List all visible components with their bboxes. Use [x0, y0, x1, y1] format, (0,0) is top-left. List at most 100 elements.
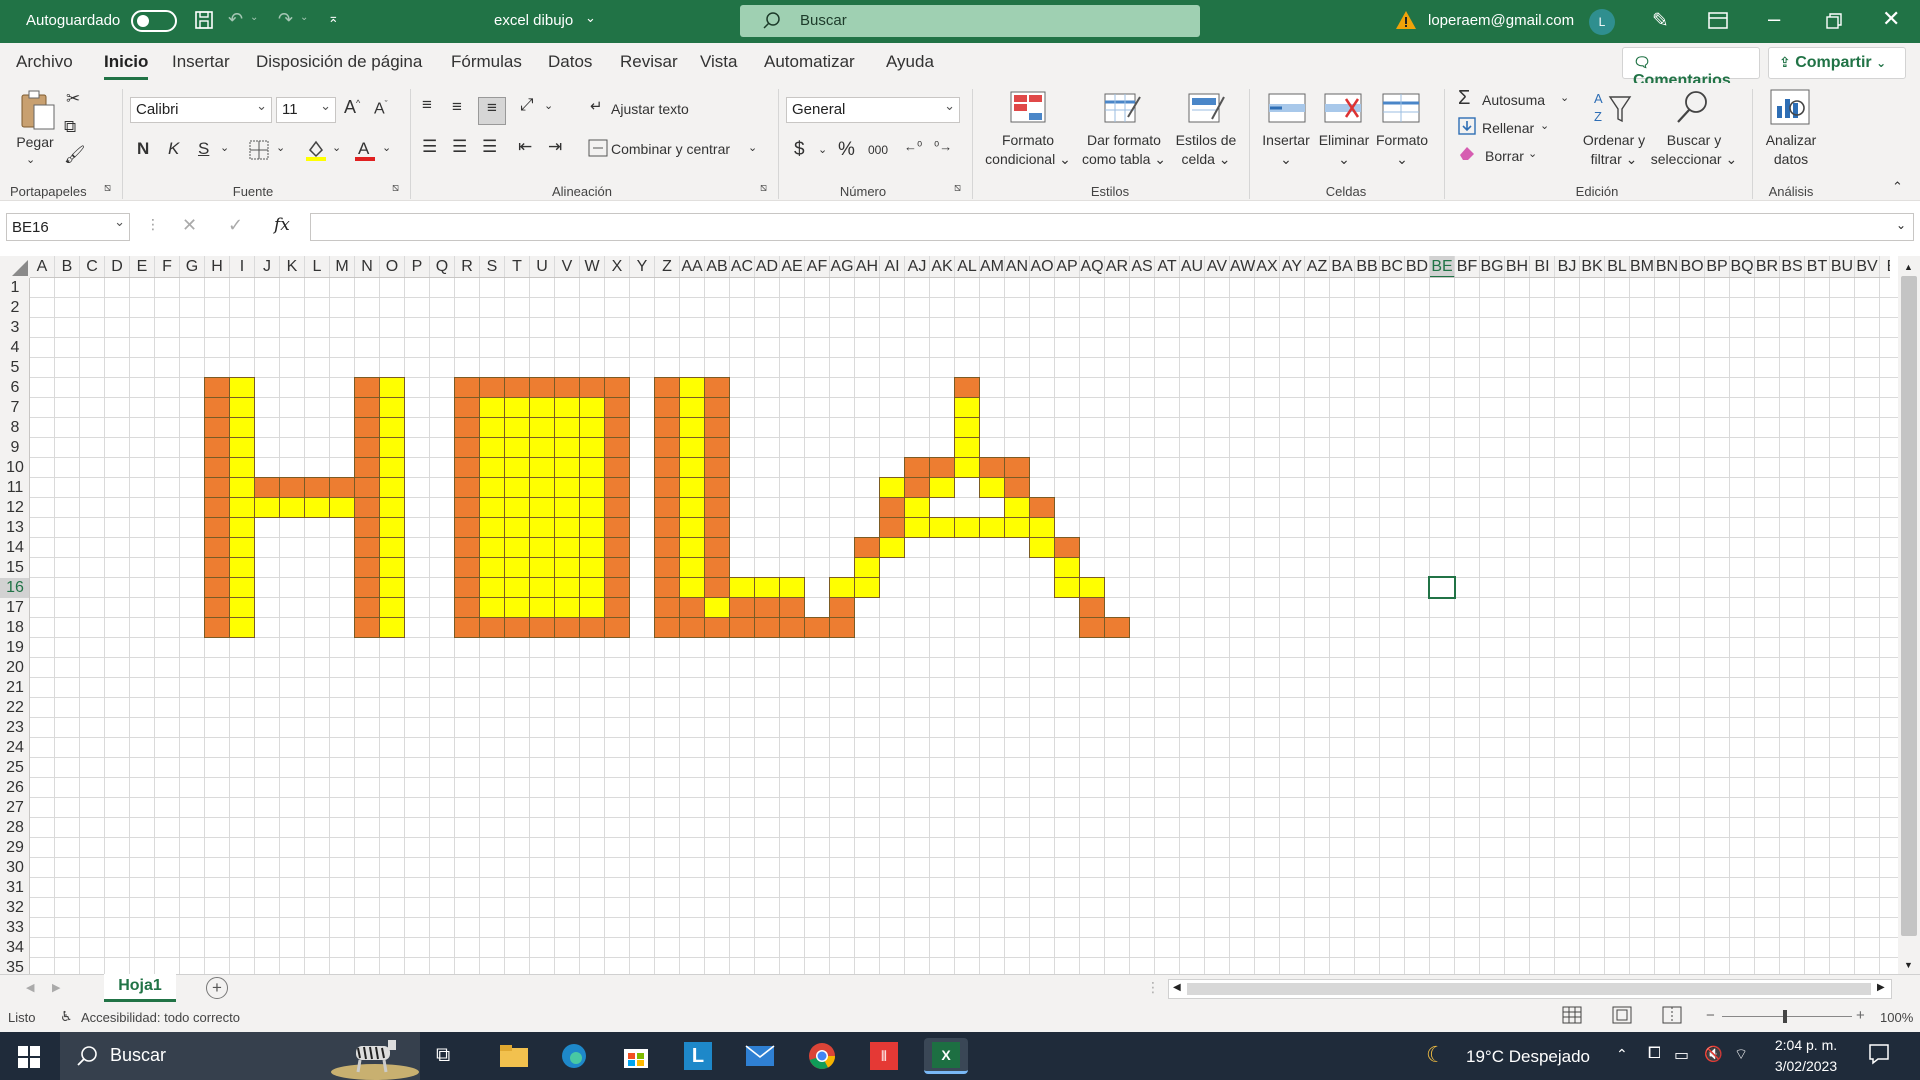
autosum-icon[interactable]: Σ: [1458, 87, 1470, 110]
filled-cell-aa11[interactable]: [679, 477, 705, 498]
alignment-launcher-icon[interactable]: ⧅: [760, 182, 767, 195]
filled-cell-ai13[interactable]: [879, 517, 905, 538]
clock-date[interactable]: 3/02/2023: [1772, 1058, 1840, 1074]
row-header-5[interactable]: 5: [0, 358, 29, 378]
restore-icon[interactable]: [1826, 13, 1842, 29]
column-header-m[interactable]: M: [330, 256, 355, 277]
filled-cell-aq18[interactable]: [1079, 617, 1105, 638]
paste-icon[interactable]: [18, 89, 56, 133]
filled-cell-s7[interactable]: [479, 397, 505, 418]
excel-taskbar-icon[interactable]: X: [924, 1038, 968, 1074]
filled-cell-ad16[interactable]: [754, 577, 780, 598]
filled-cell-i14[interactable]: [229, 537, 255, 558]
row-header-14[interactable]: 14: [0, 538, 29, 558]
scroll-up-icon[interactable]: ▲: [1904, 262, 1913, 272]
bold-button[interactable]: N: [137, 139, 149, 159]
filled-cell-o6[interactable]: [379, 377, 405, 398]
horizontal-scroll-thumb[interactable]: [1187, 983, 1871, 995]
column-header-ah[interactable]: AH: [855, 256, 880, 277]
filled-cell-am13[interactable]: [979, 517, 1005, 538]
column-header-u[interactable]: U: [530, 256, 555, 277]
filled-cell-v16[interactable]: [554, 577, 580, 598]
filled-cell-ai12[interactable]: [879, 497, 905, 518]
column-header-bl[interactable]: BL: [1605, 256, 1630, 277]
column-header-y[interactable]: Y: [630, 256, 655, 277]
filled-cell-ae18[interactable]: [779, 617, 805, 638]
filled-cell-h11[interactable]: [204, 477, 230, 498]
tray-device-icon[interactable]: ⧠: [1648, 1045, 1661, 1063]
windows-start-icon[interactable]: [18, 1046, 40, 1068]
column-header-aw[interactable]: AW: [1230, 256, 1255, 277]
column-header-al[interactable]: AL: [955, 256, 980, 277]
filled-cell-t16[interactable]: [504, 577, 530, 598]
split-handle-icon[interactable]: ⋮: [1146, 979, 1160, 996]
align-right-icon[interactable]: ☰: [482, 137, 497, 157]
chrome-icon[interactable]: [800, 1038, 844, 1074]
filled-cell-o8[interactable]: [379, 417, 405, 438]
expand-formula-icon[interactable]: ⌄: [1896, 218, 1906, 232]
row-header-12[interactable]: 12: [0, 498, 29, 518]
cancel-icon[interactable]: ✕: [182, 215, 197, 236]
column-header-p[interactable]: P: [405, 256, 430, 277]
filled-cell-aa6[interactable]: [679, 377, 705, 398]
filled-cell-ab7[interactable]: [704, 397, 730, 418]
copy-icon[interactable]: ⧉: [64, 117, 76, 137]
filled-cell-ah16[interactable]: [854, 577, 880, 598]
clear-icon[interactable]: [1458, 145, 1476, 161]
filled-cell-ag17[interactable]: [829, 597, 855, 618]
scroll-down-icon[interactable]: ▼: [1904, 960, 1913, 970]
column-header-ay[interactable]: AY: [1280, 256, 1305, 277]
filled-cell-an13[interactable]: [1004, 517, 1030, 538]
save-icon[interactable]: [194, 9, 214, 31]
row-header-35[interactable]: 35: [0, 958, 29, 974]
scroll-left-icon[interactable]: ◀: [1173, 982, 1181, 993]
filled-cell-i18[interactable]: [229, 617, 255, 638]
align-top-icon[interactable]: ≡: [422, 95, 432, 115]
document-title[interactable]: excel dibujo: [494, 12, 573, 29]
filled-cell-z8[interactable]: [654, 417, 680, 438]
autosave-toggle[interactable]: [131, 10, 177, 32]
column-header-bu[interactable]: BU: [1830, 256, 1855, 277]
merge-icon[interactable]: [588, 139, 608, 157]
filled-cell-r13[interactable]: [454, 517, 480, 538]
filled-cell-n12[interactable]: [354, 497, 380, 518]
filled-cell-m11[interactable]: [329, 477, 355, 498]
filled-cell-t10[interactable]: [504, 457, 530, 478]
clear-dropdown-icon[interactable]: ⌄: [1528, 147, 1537, 160]
filled-cell-i12[interactable]: [229, 497, 255, 518]
filled-cell-n10[interactable]: [354, 457, 380, 478]
filled-cell-z17[interactable]: [654, 597, 680, 618]
underline-dropdown-icon[interactable]: ⌄: [220, 141, 229, 154]
decrease-font-icon[interactable]: Aˇ: [374, 99, 388, 118]
filled-cell-ab11[interactable]: [704, 477, 730, 498]
warning-icon[interactable]: [1395, 10, 1417, 30]
filled-cell-x13[interactable]: [604, 517, 630, 538]
column-header-bd[interactable]: BD: [1405, 256, 1430, 277]
column-header-bh[interactable]: BH: [1505, 256, 1530, 277]
filled-cell-o15[interactable]: [379, 557, 405, 578]
filled-cell-n14[interactable]: [354, 537, 380, 558]
filled-cell-u18[interactable]: [529, 617, 555, 638]
battery-icon[interactable]: ▭: [1674, 1045, 1689, 1065]
filled-cell-al13[interactable]: [954, 517, 980, 538]
column-header-aa[interactable]: AA: [680, 256, 705, 277]
sort-filter-icon[interactable]: AZ: [1594, 89, 1632, 125]
row-header-11[interactable]: 11: [0, 478, 29, 498]
analyze-data-button[interactable]: Analizar datos: [1756, 131, 1826, 169]
filled-cell-n7[interactable]: [354, 397, 380, 418]
format-painter-icon[interactable]: 🖌: [64, 145, 86, 165]
filled-cell-n17[interactable]: [354, 597, 380, 618]
accessibility-icon[interactable]: ♿: [60, 1008, 73, 1025]
row-header-17[interactable]: 17: [0, 598, 29, 618]
filled-cell-h14[interactable]: [204, 537, 230, 558]
filled-cell-aa8[interactable]: [679, 417, 705, 438]
filled-cell-v11[interactable]: [554, 477, 580, 498]
filled-cell-z13[interactable]: [654, 517, 680, 538]
filled-cell-w16[interactable]: [579, 577, 605, 598]
zoom-slider-thumb[interactable]: [1783, 1010, 1787, 1023]
cut-icon[interactable]: ✂: [66, 89, 80, 109]
row-header-28[interactable]: 28: [0, 818, 29, 838]
zoom-in-icon[interactable]: +: [1856, 1007, 1865, 1024]
filled-cell-am10[interactable]: [979, 457, 1005, 478]
filled-cell-ag16[interactable]: [829, 577, 855, 598]
